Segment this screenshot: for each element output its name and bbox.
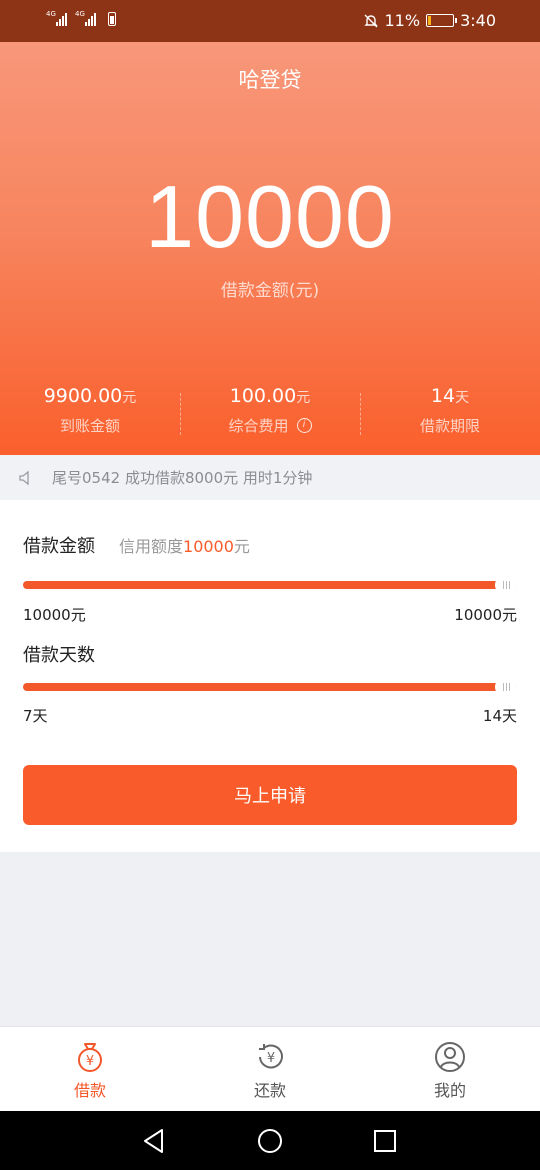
amount-slider-handle[interactable] [495,575,517,595]
amount-slider-track[interactable] [23,581,517,589]
stat-label: 借款期限 [419,417,480,435]
credit-prefix: 信用额度 [119,537,184,556]
recents-icon[interactable] [373,1129,397,1153]
amount-heading: 借款金额 [23,536,95,557]
stat-unit: 元 [122,390,137,406]
stat-value: 14 [430,385,456,407]
battery-percent: 11% [384,11,421,30]
credit-unit: 元 [233,537,250,556]
notice-text: 尾号0542 成功借款8000元 用时1分钟 [52,469,313,487]
stat-value: 100.00 [229,385,297,407]
stat-received: 9900.00元 到账金额 [0,385,180,436]
notice-bar: 尾号0542 成功借款8000元 用时1分钟 [0,455,540,500]
tab-repay[interactable]: ¥ 还款 [180,1027,360,1111]
clock: 3:40 [460,11,496,30]
tab-label: 还款 [253,1081,286,1100]
credit-value: 10000 [183,537,234,556]
stat-unit: 天 [455,390,470,406]
svg-text:¥: ¥ [267,1051,275,1066]
app-title: 哈登贷 [238,68,302,92]
loan-amount-caption: 借款金额(元) [220,281,320,301]
back-icon[interactable] [142,1128,166,1154]
tab-bar: ¥ 借款 ¥ 还款 我的 [0,1026,540,1111]
credit-limit: 信用额度10000元 [119,533,250,557]
stat-fee: 100.00元 综合费用 i [180,385,360,436]
tab-borrow[interactable]: ¥ 借款 [0,1027,180,1111]
loan-summary: 9900.00元 到账金额 100.00元 综合费用 i 14天 借款期限 [0,385,540,436]
hero-banner: 哈登贷 10000 借款金额(元) 9900.00元 到账金额 100.00元 … [0,42,540,455]
tab-mine[interactable]: 我的 [360,1027,540,1111]
stat-label: 到账金额 [59,417,120,435]
stat-term: 14天 借款期限 [360,385,540,436]
info-icon[interactable]: i [296,418,312,433]
system-nav-bar [0,1111,540,1170]
days-heading: 借款天数 [23,645,95,666]
tab-label: 借款 [73,1081,106,1100]
signal-icon: 4G [46,11,67,26]
loan-form: 借款金额 信用额度10000元 10000元 10000元 借款天数 7天 14… [0,500,540,852]
apply-button[interactable]: 马上申请 [23,765,517,825]
loan-amount-display: 10000 [145,167,395,266]
days-max-label: 14天 [482,707,517,725]
battery-icon [108,12,116,26]
stat-label: 综合费用 [228,417,289,435]
days-min-label: 7天 [23,707,48,725]
user-icon [435,1042,465,1072]
amount-header: 借款金额 信用额度10000元 [23,532,250,558]
money-bag-icon: ¥ [78,1043,102,1072]
days-slider-track[interactable] [23,683,517,691]
stat-value: 9900.00 [43,385,123,407]
amount-min-label: 10000元 [23,606,86,624]
amount-max-label: 10000元 [454,606,517,624]
days-header: 借款天数 [23,641,95,667]
days-slider[interactable] [23,677,517,697]
repay-icon: ¥ [259,1044,283,1069]
svg-text:¥: ¥ [86,1054,94,1069]
battery-icon [426,14,458,27]
signal-icon: 4G [75,11,96,26]
home-icon[interactable] [257,1128,283,1154]
stat-unit: 元 [296,390,311,406]
status-bar: 4G 4G 11% 3:40 [0,0,540,42]
mute-bell-icon [363,14,378,27]
tab-label: 我的 [433,1081,466,1100]
amount-slider[interactable] [23,575,517,595]
speaker-icon [19,470,29,485]
days-slider-handle[interactable] [495,677,517,697]
